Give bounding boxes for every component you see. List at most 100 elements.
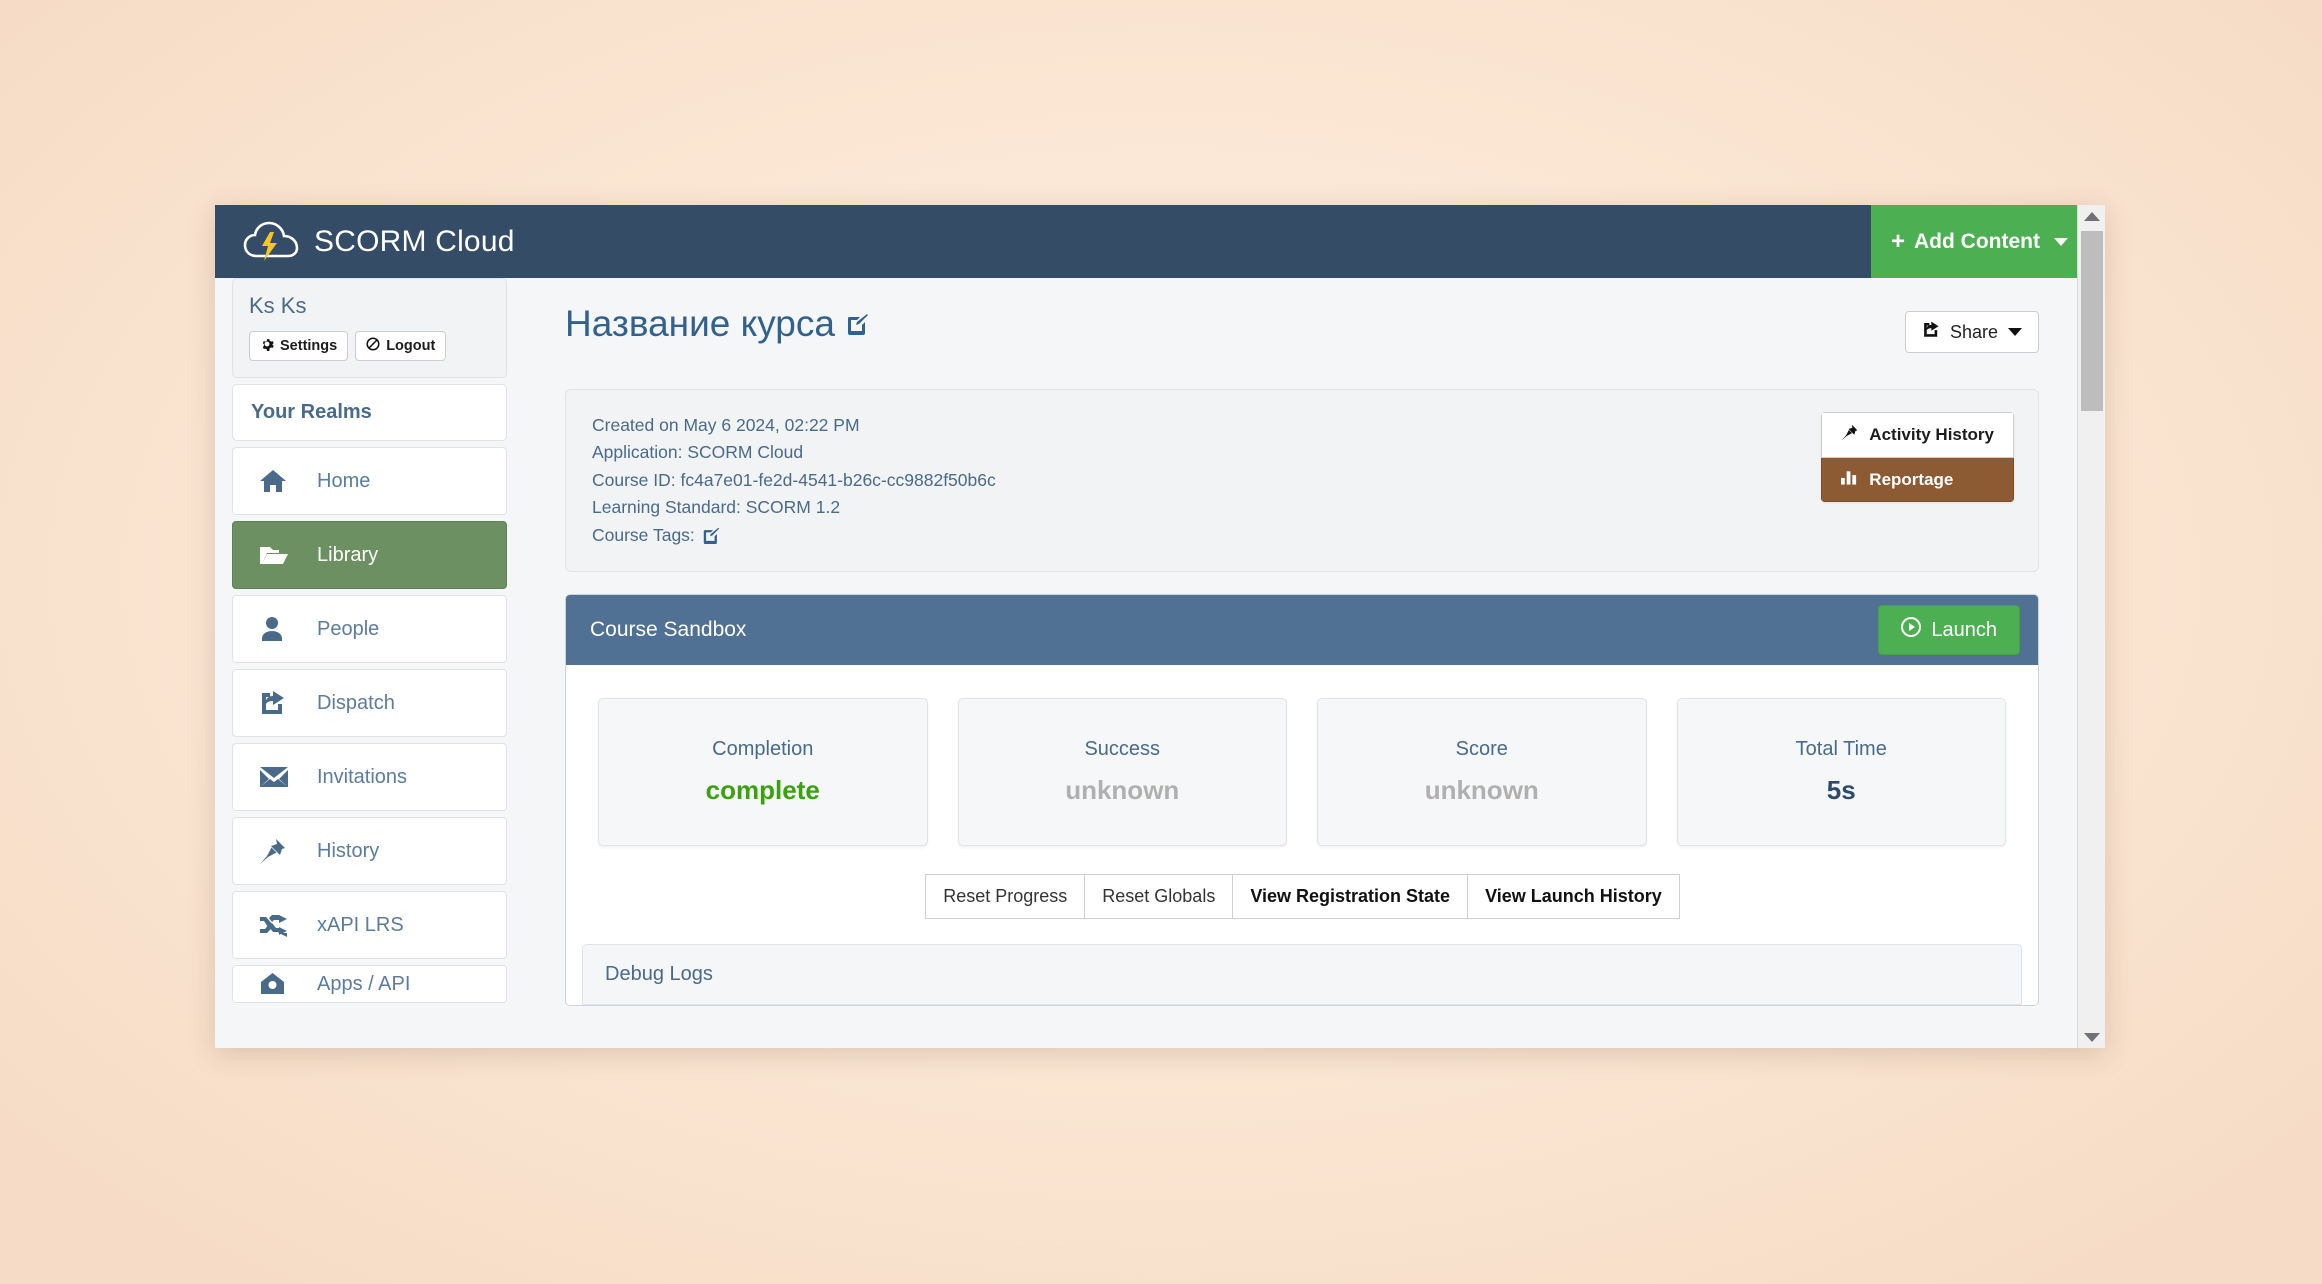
person-icon xyxy=(259,616,299,642)
stat-value: unknown xyxy=(1065,775,1180,806)
page-title-text: Название курса xyxy=(565,303,835,344)
pin-icon xyxy=(259,838,299,865)
info-created: Created on May 6 2024, 02:22 PM xyxy=(592,412,2012,439)
info-application-text: Application: SCORM Cloud xyxy=(592,442,804,463)
user-name: Ks Ks xyxy=(249,293,307,318)
logout-label: Logout xyxy=(386,338,436,354)
scroll-up-button[interactable] xyxy=(2078,205,2105,227)
home-icon xyxy=(259,468,299,494)
info-course-id-text: Course ID: fc4a7e01-fe2d-4541-b26c-cc988… xyxy=(592,469,996,490)
user-actions: Settings Logout xyxy=(249,331,490,361)
debug-logs-title: Debug Logs xyxy=(605,963,713,986)
sidebar-item-label: xAPI LRS xyxy=(317,913,404,936)
sidebar-item-xapi-lrs[interactable]: xAPI LRS xyxy=(232,891,507,959)
reportage-label: Reportage xyxy=(1869,469,1954,489)
sidebar-item-label: Dispatch xyxy=(317,691,395,714)
info-application: Application: SCORM Cloud xyxy=(592,439,2012,466)
stat-card-success: Success unknown xyxy=(957,698,1287,847)
course-sandbox-title: Course Sandbox xyxy=(590,618,747,642)
stat-value: 5s xyxy=(1826,775,1856,806)
settings-label: Settings xyxy=(280,338,338,354)
plus-icon: + xyxy=(1891,227,1906,255)
course-info-card: Created on May 6 2024, 02:22 PM Applicat… xyxy=(565,389,2039,573)
share-label: Share xyxy=(1949,321,1998,342)
view-registration-state-button[interactable]: View Registration State xyxy=(1232,874,1469,920)
stat-label: Success xyxy=(1084,738,1161,761)
browser-window: SCORM Cloud + Add Content Ks Ks Settings xyxy=(215,205,2105,1048)
reset-globals-button[interactable]: Reset Globals xyxy=(1084,874,1234,920)
logout-button[interactable]: Logout xyxy=(355,331,447,361)
gear-icon xyxy=(260,337,274,355)
sidebar-item-label: People xyxy=(317,617,380,640)
info-created-text: Created on May 6 2024, 02:22 PM xyxy=(592,415,860,435)
add-content-label: Add Content xyxy=(1914,229,2040,253)
share-button[interactable]: Share xyxy=(1904,311,2039,353)
reportage-button[interactable]: Reportage xyxy=(1821,458,2014,502)
launch-button[interactable]: Launch xyxy=(1878,605,2020,656)
sidebar-item-label: Home xyxy=(317,469,371,492)
brand-logo[interactable]: SCORM Cloud xyxy=(243,220,515,264)
edit-course-tags-icon[interactable] xyxy=(703,527,720,545)
dispatch-share-icon xyxy=(259,690,299,716)
sidebar-item-people[interactable]: People xyxy=(232,595,507,663)
sidebar-item-library[interactable]: Library xyxy=(232,521,507,589)
sidebar-item-label: Library xyxy=(317,543,379,566)
sidebar-item-history[interactable]: History xyxy=(232,817,507,885)
top-navbar: SCORM Cloud + Add Content xyxy=(215,205,2105,278)
bar-chart-icon xyxy=(1841,469,1858,490)
sidebar-item-label: Apps / API xyxy=(317,972,411,995)
brand-text: SCORM Cloud xyxy=(314,224,515,258)
stat-value: unknown xyxy=(1424,775,1539,806)
activity-history-button[interactable]: Activity History xyxy=(1821,412,2014,458)
main-content: Название курса Share Created on May 6 20… xyxy=(507,278,2077,1048)
apps-icon xyxy=(259,971,299,997)
debug-logs-panel[interactable]: Debug Logs xyxy=(582,944,2022,1006)
triangle-up-icon xyxy=(2084,211,2100,221)
chevron-down-icon xyxy=(2054,237,2068,246)
ban-icon xyxy=(366,337,380,355)
sidebar-item-apps-api[interactable]: Apps / API xyxy=(232,965,507,1003)
stat-label: Total Time xyxy=(1795,738,1887,761)
page-title-row: Название курса Share xyxy=(565,278,2039,353)
edit-title-icon[interactable] xyxy=(847,313,869,335)
sandbox-stat-cards: Completion complete Success unknown Scor… xyxy=(566,665,2038,847)
play-circle-icon xyxy=(1901,617,1922,643)
user-panel: Ks Ks Settings Logout xyxy=(232,278,507,378)
shuffle-icon xyxy=(259,913,299,937)
reset-progress-button[interactable]: Reset Progress xyxy=(925,874,1086,920)
sidebar-item-label: Invitations xyxy=(317,765,408,788)
info-learning-standard: Learning Standard: SCORM 1.2 xyxy=(592,494,2012,521)
stat-label: Completion xyxy=(712,738,814,761)
triangle-down-icon xyxy=(2084,1032,2100,1042)
sandbox-button-row: Reset Progress Reset Globals View Regist… xyxy=(566,874,2038,920)
sidebar-item-dispatch[interactable]: Dispatch xyxy=(232,669,507,737)
scroll-down-button[interactable] xyxy=(2078,1026,2105,1048)
course-sandbox-panel: Course Sandbox Launch Completion complet… xyxy=(565,594,2039,1007)
settings-button[interactable]: Settings xyxy=(249,331,349,361)
info-course-tags-text: Course Tags: xyxy=(592,524,695,545)
sidebar-item-home[interactable]: Home xyxy=(232,447,507,515)
cloud-lightning-icon xyxy=(243,220,301,264)
sidebar-item-invitations[interactable]: Invitations xyxy=(232,743,507,811)
page-title: Название курса xyxy=(565,303,869,345)
view-launch-history-button[interactable]: View Launch History xyxy=(1467,874,1680,920)
folder-icon xyxy=(259,542,299,568)
add-content-button[interactable]: + Add Content xyxy=(1871,205,2088,278)
info-course-id: Course ID: fc4a7e01-fe2d-4541-b26c-cc988… xyxy=(592,467,2012,494)
sidebar: Ks Ks Settings Logout Your Realms Home L… xyxy=(232,278,507,1048)
info-learning-standard-text: Learning Standard: SCORM 1.2 xyxy=(592,497,841,518)
info-course-tags: Course Tags: xyxy=(592,522,2012,549)
share-icon xyxy=(1922,321,1940,343)
launch-label: Launch xyxy=(1931,618,1997,641)
activity-history-label: Activity History xyxy=(1869,425,1994,444)
vertical-scrollbar[interactable] xyxy=(2077,205,2105,1048)
stat-card-completion: Completion complete xyxy=(598,698,928,847)
stat-label: Score xyxy=(1455,738,1508,761)
envelope-icon xyxy=(259,766,299,788)
scrollbar-thumb[interactable] xyxy=(2081,231,2103,411)
course-sandbox-header: Course Sandbox Launch xyxy=(566,595,2038,666)
pin-icon xyxy=(1841,424,1858,446)
stat-value: complete xyxy=(705,775,820,806)
stat-card-score: Score unknown xyxy=(1317,698,1647,847)
stat-card-total-time: Total Time 5s xyxy=(1676,698,2006,847)
